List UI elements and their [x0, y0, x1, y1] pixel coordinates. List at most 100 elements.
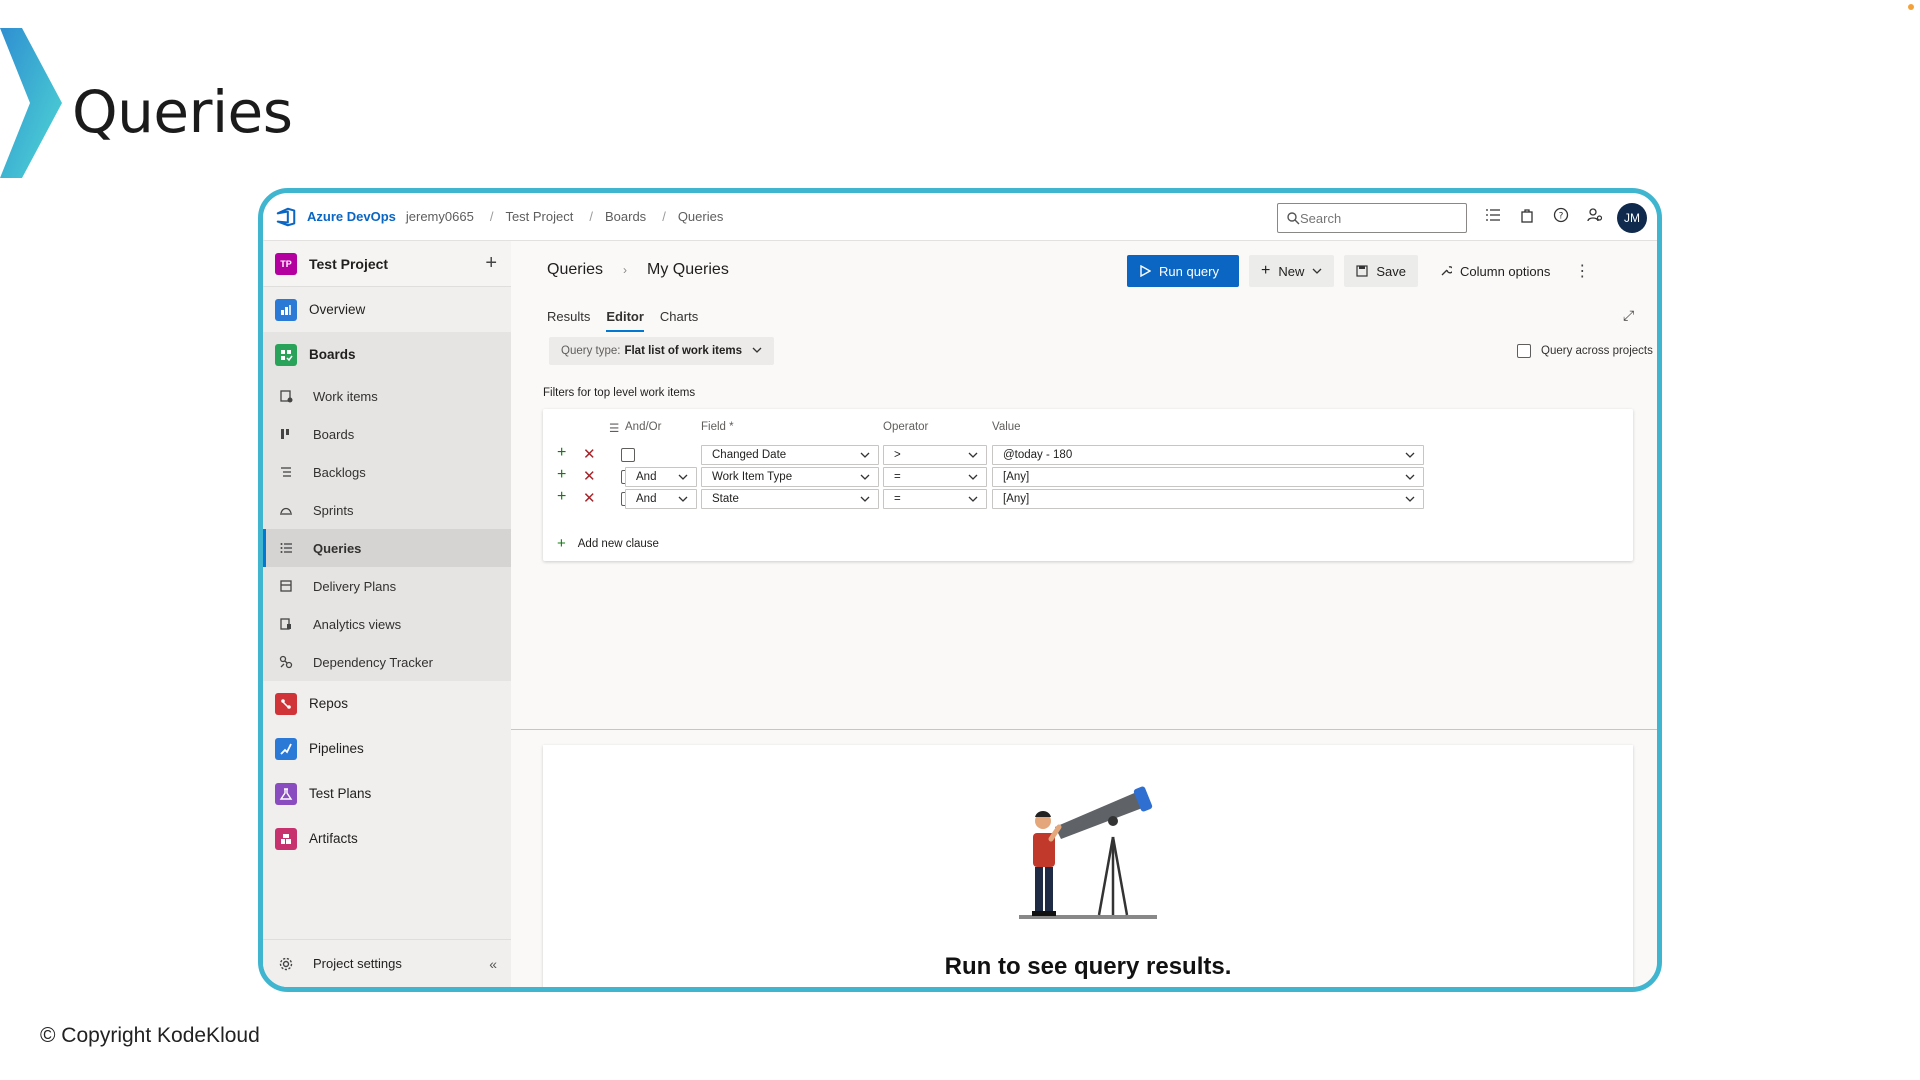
- sidebar-subitem-work-items[interactable]: Work items: [263, 377, 511, 415]
- value-select[interactable]: [Any]: [992, 489, 1424, 509]
- delete-clause-icon[interactable]: ✕: [583, 467, 596, 485]
- breadcrumb-project[interactable]: Test Project: [505, 209, 573, 224]
- operator-select[interactable]: =: [883, 489, 987, 509]
- expand-icon[interactable]: ⤢: [1623, 307, 1634, 324]
- telescope-illustration-icon: [1019, 786, 1157, 919]
- operator-select[interactable]: =: [883, 467, 987, 487]
- and-or-select[interactable]: And: [625, 489, 697, 509]
- insert-clause-icon[interactable]: +: [557, 466, 566, 484]
- field-select[interactable]: State: [701, 489, 879, 509]
- operator-value: =: [894, 471, 901, 483]
- new-button[interactable]: + New: [1249, 255, 1335, 287]
- sidebar-subitem-label: Delivery Plans: [313, 578, 397, 594]
- insert-clause-icon[interactable]: +: [557, 444, 566, 462]
- run-query-label: Run query: [1159, 263, 1219, 279]
- field-select[interactable]: Changed Date: [701, 445, 879, 465]
- slide: Queries Azure DevOps jeremy0665 / Test P…: [0, 0, 1920, 1080]
- analytics-views-icon: [279, 617, 293, 631]
- chevron-down-icon: [1405, 474, 1415, 480]
- sidebar-item-pipelines[interactable]: Pipelines: [263, 726, 511, 771]
- sidebar-subitem-label: Queries: [313, 540, 362, 556]
- search-input[interactable]: [1300, 210, 1450, 226]
- slide-title: Queries: [72, 78, 293, 146]
- sidebar-item-label: Artifacts: [309, 831, 358, 846]
- query-across-projects-checkbox[interactable]: [1517, 344, 1531, 358]
- sidebar-item-artifacts[interactable]: Artifacts: [263, 816, 511, 861]
- sidebar-item-test-plans[interactable]: Test Plans: [263, 771, 511, 816]
- field-select[interactable]: Work Item Type: [701, 467, 879, 487]
- breadcrumb-org[interactable]: jeremy0665: [406, 209, 474, 224]
- sidebar-subitem-label: Sprints: [313, 502, 354, 518]
- breadcrumb-queries[interactable]: Queries: [678, 209, 724, 224]
- sidebar-item-label: Boards: [309, 347, 356, 362]
- query-type-dropdown[interactable]: Query type: Flat list of work items: [549, 337, 775, 365]
- copyright-text: © Copyright KodeKloud: [40, 1024, 260, 1047]
- delete-clause-icon[interactable]: ✕: [583, 445, 596, 463]
- clause-row: + ✕ Changed Date > @today - 180: [543, 444, 1633, 467]
- sidebar-subitem-analytics-views[interactable]: Analytics views: [263, 605, 511, 643]
- sidebar-item-repos[interactable]: Repos: [263, 681, 511, 726]
- collapse-sidebar-icon[interactable]: «: [489, 956, 497, 972]
- backlogs-icon: [279, 465, 293, 479]
- help-icon[interactable]: ?: [1551, 205, 1571, 225]
- avatar[interactable]: JM: [1617, 203, 1647, 233]
- marketplace-bag-icon[interactable]: [1517, 205, 1537, 225]
- project-header[interactable]: TP Test Project +: [263, 241, 511, 287]
- sidebar-item-overview[interactable]: Overview: [263, 287, 511, 332]
- breadcrumb-boards[interactable]: Boards: [605, 209, 646, 224]
- project-settings-label: Project settings: [313, 956, 402, 971]
- user-settings-icon[interactable]: [1585, 205, 1605, 225]
- search-icon: [1287, 212, 1300, 225]
- breadcrumb-queries-root[interactable]: Queries: [547, 261, 603, 279]
- project-settings[interactable]: Project settings «: [263, 939, 511, 987]
- chevron-down-icon: [860, 452, 870, 458]
- page-title[interactable]: My Queries: [647, 261, 729, 279]
- operator-value: =: [894, 493, 901, 505]
- brand-link[interactable]: Azure DevOps: [307, 209, 396, 224]
- sidebar-subitem-label: Work items: [313, 388, 378, 404]
- tab-results[interactable]: Results: [547, 309, 590, 332]
- pane-divider[interactable]: [511, 729, 1657, 730]
- more-actions-icon[interactable]: ⋮: [1572, 261, 1592, 281]
- test-plans-icon: [275, 782, 297, 805]
- delete-clause-icon[interactable]: ✕: [583, 489, 596, 507]
- sidebar-subitem-sprints[interactable]: Sprints: [263, 491, 511, 529]
- value-select[interactable]: [Any]: [992, 467, 1424, 487]
- editor-tabs: Results Editor Charts: [547, 309, 698, 332]
- sidebar-item-boards[interactable]: Boards: [263, 332, 511, 377]
- pipelines-icon: [275, 737, 297, 760]
- save-icon: [1356, 265, 1368, 277]
- work-list-icon[interactable]: [1483, 205, 1503, 225]
- column-options-button[interactable]: Column options: [1428, 255, 1562, 287]
- sidebar-item-label: Pipelines: [309, 741, 364, 756]
- project-name: Test Project: [309, 255, 389, 272]
- sidebar-subitem-dependency-tracker[interactable]: Dependency Tracker: [263, 643, 511, 681]
- query-across-projects[interactable]: Query across projects: [1517, 344, 1653, 358]
- breadcrumb-separator: /: [589, 209, 593, 224]
- artifacts-icon: [275, 827, 297, 850]
- sidebar-subitem-queries[interactable]: Queries: [263, 529, 511, 567]
- azure-devops-logo-icon[interactable]: [275, 206, 297, 228]
- search-box[interactable]: [1277, 203, 1467, 233]
- device-frame: Azure DevOps jeremy0665 / Test Project /…: [258, 188, 1662, 992]
- and-or-select[interactable]: And: [625, 467, 697, 487]
- tab-editor[interactable]: Editor: [606, 309, 644, 332]
- chevron-down-icon: [752, 345, 762, 358]
- sprints-icon: [279, 503, 293, 517]
- sidebar-subitem-backlogs[interactable]: Backlogs: [263, 453, 511, 491]
- sidebar-subitem-delivery-plans[interactable]: Delivery Plans: [263, 567, 511, 605]
- repos-icon: [275, 692, 297, 715]
- run-query-button[interactable]: Run query: [1127, 255, 1239, 287]
- boards-sub-icon: [279, 427, 293, 441]
- sidebar-subitem-boards[interactable]: Boards: [263, 415, 511, 453]
- add-icon[interactable]: +: [485, 252, 497, 275]
- insert-clause-icon[interactable]: +: [557, 488, 566, 506]
- chevron-down-icon: [678, 496, 688, 502]
- add-new-clause-link[interactable]: + Add new clause: [557, 535, 659, 552]
- save-button[interactable]: Save: [1344, 255, 1418, 287]
- clause-checkbox[interactable]: [621, 448, 635, 462]
- tab-charts[interactable]: Charts: [660, 309, 698, 332]
- value-select[interactable]: @today - 180: [992, 445, 1424, 465]
- group-clauses-icon[interactable]: ☰: [609, 421, 619, 435]
- operator-select[interactable]: >: [883, 445, 987, 465]
